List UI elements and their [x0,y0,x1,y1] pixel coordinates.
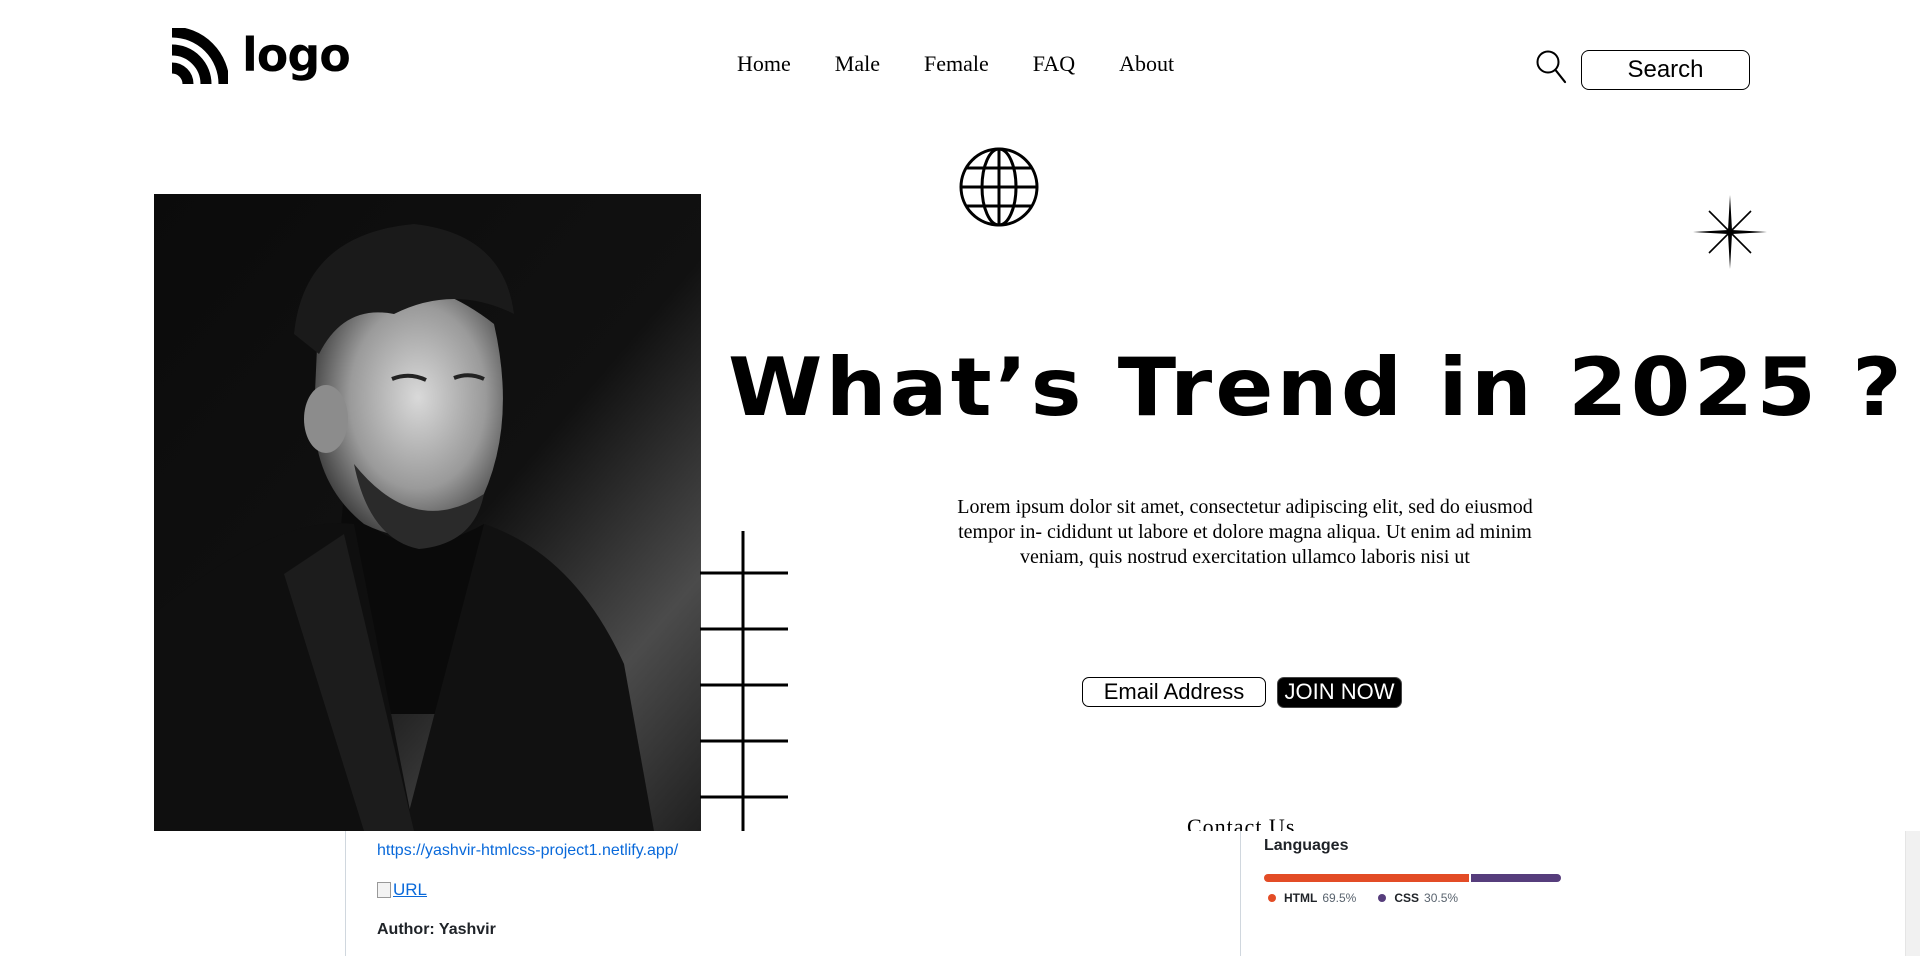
decorative-grid [700,531,788,831]
language-segment-html [1264,874,1470,882]
language-name: HTML [1284,891,1318,905]
nav-faq[interactable]: FAQ [1033,50,1075,78]
image-alt-text: URL [393,880,428,899]
languages-bar [1264,874,1561,882]
nav-female[interactable]: Female [924,50,989,78]
repo-homepage-link[interactable]: https://yashvir-htmlcss-project1.netlify… [377,842,678,860]
logo-text: logo [242,28,351,82]
panel-divider [345,831,346,956]
language-segment-css [1471,874,1561,882]
nav-about[interactable]: About [1119,50,1174,78]
language-dot-icon [1378,894,1387,902]
rss-logo-icon [171,28,228,85]
logo[interactable]: logo [168,28,351,88]
language-name: CSS [1394,891,1420,905]
language-percent: 69.5% [1322,891,1357,905]
broken-image-link[interactable]: URL [377,880,427,900]
main-nav: Home Male Female FAQ About [737,50,1174,78]
hero-portrait [154,194,701,831]
email-field[interactable]: Email Address [1082,677,1266,707]
globe-icon [959,147,1039,227]
nav-home[interactable]: Home [737,50,791,78]
broken-image-icon [377,882,391,898]
search-input[interactable]: Search [1581,50,1750,90]
language-percent: 30.5% [1424,891,1459,905]
author-text: Author: Yashvir [377,921,496,938]
languages-legend: HTML 69.5% CSS 30.5% [1268,891,1458,905]
repo-panel [0,831,1920,956]
scrollbar[interactable] [1905,831,1920,956]
languages-heading: Languages [1264,837,1349,854]
search-icon[interactable] [1535,49,1567,85]
contact-us-heading[interactable]: Contact Us [1187,812,1295,832]
hero-lead-text: Lorem ipsum dolor sit amet, consectetur … [957,496,1533,568]
sparkle-icon [1693,195,1767,269]
join-now-button[interactable]: JOIN NOW [1277,677,1402,708]
panel-divider [1240,831,1241,956]
nav-male[interactable]: Male [835,50,880,78]
language-item-html[interactable]: HTML 69.5% [1268,891,1356,905]
language-dot-icon [1268,894,1276,902]
hero-headline: What’s Trend in 2025 ? [728,341,1905,434]
language-item-css[interactable]: CSS 30.5% [1378,891,1458,905]
